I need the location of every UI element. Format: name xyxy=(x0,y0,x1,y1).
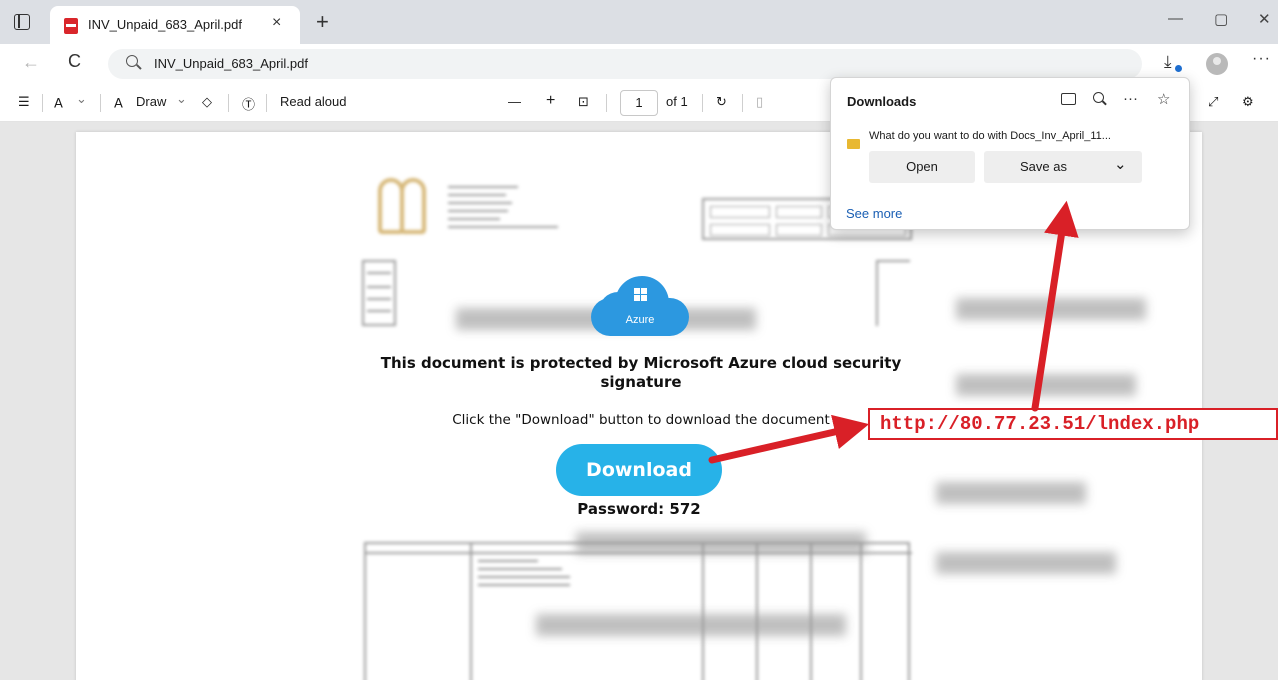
fit-page-icon[interactable]: ⊡ xyxy=(578,94,589,110)
pdf-file-icon xyxy=(64,18,78,34)
browser-tab[interactable]: INV_Unpaid_683_April.pdf × xyxy=(50,6,300,44)
chevron-down-icon[interactable]: ⌄ xyxy=(1114,149,1127,181)
address-text[interactable]: INV_Unpaid_683_April.pdf xyxy=(154,56,308,71)
toolbar-divider xyxy=(228,94,229,112)
save-as-label: Save as xyxy=(1020,159,1067,174)
tab-strip: INV_Unpaid_683_April.pdf × + — ▢ ✕ xyxy=(0,0,1278,44)
expand-icon[interactable]: ⤢ xyxy=(1208,94,1218,110)
download-button[interactable]: Download xyxy=(556,444,722,496)
sidebar-toggle-icon[interactable] xyxy=(14,14,30,30)
blurred-text-bar xyxy=(956,298,1146,320)
address-bar[interactable]: INV_Unpaid_683_April.pdf xyxy=(108,49,1142,79)
windows-logo-icon xyxy=(634,288,647,301)
highlight-options-icon[interactable]: ⌄ xyxy=(76,91,87,107)
line-items-table xyxy=(364,542,912,680)
save-as-button[interactable]: Save as ⌄ xyxy=(984,151,1142,183)
page-view-icon[interactable]: ▯ xyxy=(756,94,763,110)
settings-icon[interactable]: ⚙ xyxy=(1242,94,1254,110)
bill-to-box xyxy=(362,260,396,326)
blurred-text-bar xyxy=(936,482,1086,504)
toolbar-divider xyxy=(266,94,267,112)
draw-options-icon[interactable]: ⌄ xyxy=(176,91,187,107)
search-downloads-icon[interactable] xyxy=(1093,92,1104,103)
download-prompt: What do you want to do with Docs_Inv_Apr… xyxy=(869,130,1111,142)
zoom-out-button[interactable]: — xyxy=(508,94,521,109)
new-tab-button[interactable]: + xyxy=(316,9,329,35)
protection-headline: This document is protected by Microsoft … xyxy=(380,354,902,391)
zoom-in-button[interactable]: + xyxy=(546,92,555,110)
page-number-input[interactable]: 1 xyxy=(620,90,658,116)
company-address-block xyxy=(448,180,558,234)
blurred-text-bar xyxy=(936,552,1116,574)
reload-button[interactable]: C xyxy=(68,51,81,72)
pin-icon[interactable]: ☆ xyxy=(1157,90,1170,108)
downloads-button[interactable]: ⤓ xyxy=(1164,52,1172,72)
toolbar-divider xyxy=(42,94,43,112)
toolbar-divider xyxy=(606,94,607,112)
download-badge-icon xyxy=(1174,64,1183,73)
tab-title: INV_Unpaid_683_April.pdf xyxy=(88,17,242,32)
downloads-flyout: Downloads ··· ☆ What do you want to do w… xyxy=(830,77,1190,230)
read-aloud-button[interactable]: Read aloud xyxy=(280,94,347,109)
restore-button[interactable]: ▢ xyxy=(1214,10,1228,28)
draw-button[interactable]: Draw xyxy=(136,94,166,109)
toolbar-divider xyxy=(742,94,743,112)
downloads-title: Downloads xyxy=(847,94,917,109)
file-folder-icon xyxy=(847,139,860,149)
profile-avatar[interactable] xyxy=(1206,53,1228,75)
download-instruction: Click the "Download" button to download … xyxy=(452,412,830,428)
open-button[interactable]: Open xyxy=(869,151,975,183)
password-text: Password: 572 xyxy=(577,500,701,518)
ship-to-box xyxy=(876,260,910,326)
cloud-label: Azure xyxy=(625,314,655,326)
page-count: of 1 xyxy=(666,94,688,109)
blurred-text-bar xyxy=(956,374,1136,396)
rotate-icon[interactable]: ↻ xyxy=(716,94,727,110)
open-folder-icon[interactable] xyxy=(1061,93,1076,105)
add-text-icon[interactable]: Ⓣ xyxy=(242,94,255,113)
company-logo xyxy=(376,174,430,238)
tab-close-icon[interactable]: × xyxy=(272,14,281,32)
toolbar-divider xyxy=(702,94,703,112)
highlight-icon[interactable]: ∀ xyxy=(54,94,63,110)
search-icon xyxy=(126,55,138,67)
contents-icon[interactable]: ☰ xyxy=(18,94,30,110)
see-more-link[interactable]: See more xyxy=(846,206,902,221)
malicious-url-label: http://80.77.23.51/lndex.php xyxy=(868,408,1278,440)
back-button[interactable]: ← xyxy=(22,52,40,73)
erase-icon[interactable]: ◇ xyxy=(202,94,212,110)
more-options-icon[interactable]: ··· xyxy=(1123,90,1138,107)
draw-icon[interactable]: ∀ xyxy=(114,94,123,110)
minimize-button[interactable]: — xyxy=(1168,10,1183,27)
browser-menu-button[interactable]: ··· xyxy=(1252,50,1271,68)
toolbar-divider xyxy=(100,94,101,112)
close-window-button[interactable]: ✕ xyxy=(1258,10,1271,28)
azure-cloud-icon: Azure xyxy=(591,274,689,336)
